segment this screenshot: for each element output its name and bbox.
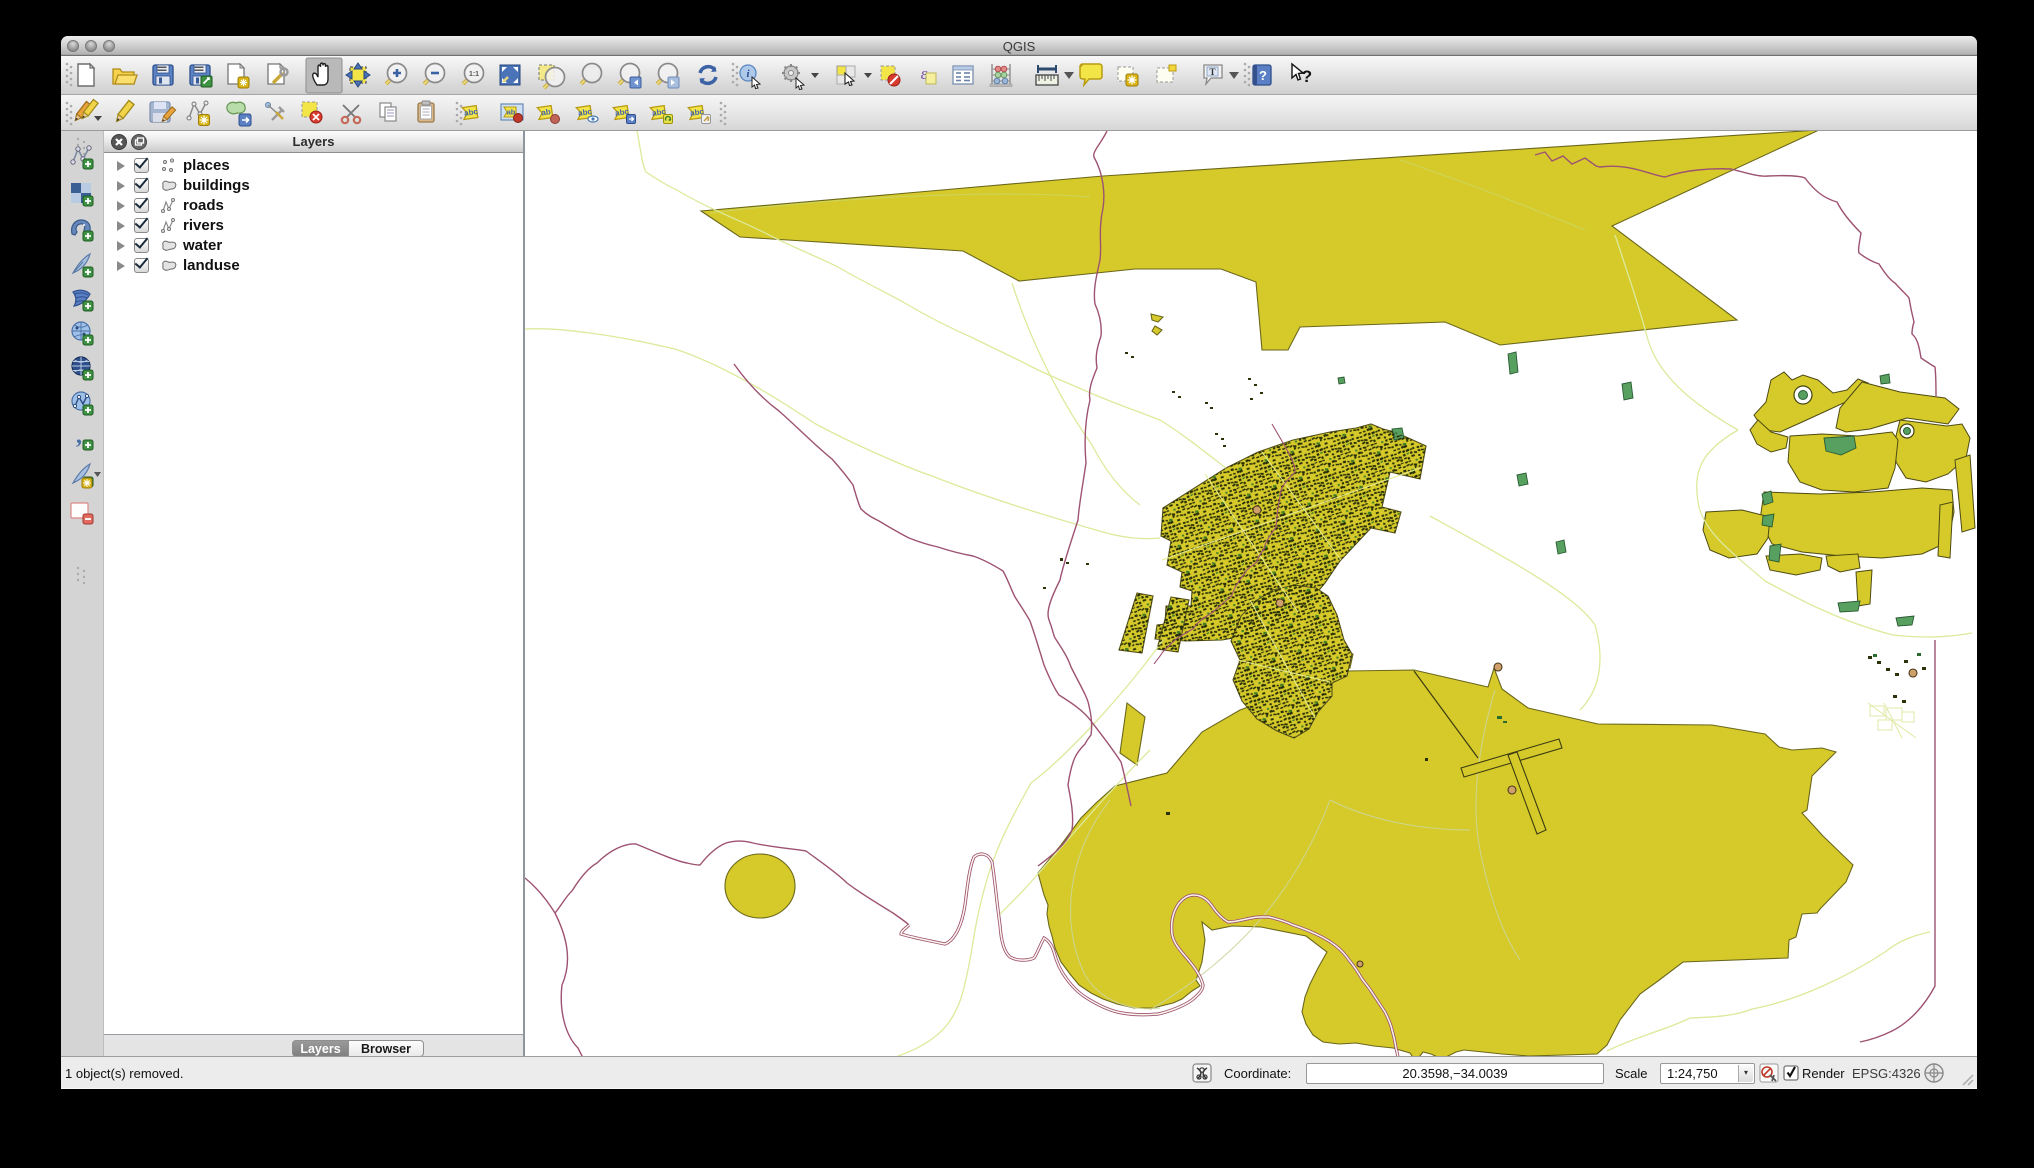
- svg-text:ε: ε: [921, 64, 928, 83]
- svg-text:T: T: [1209, 67, 1215, 77]
- svg-text:ab: ab: [541, 107, 552, 117]
- svg-text:?: ?: [1302, 67, 1312, 86]
- svg-text:?: ?: [1259, 68, 1267, 83]
- svg-text:,: ,: [76, 423, 82, 449]
- svg-text:1:1: 1:1: [469, 71, 479, 78]
